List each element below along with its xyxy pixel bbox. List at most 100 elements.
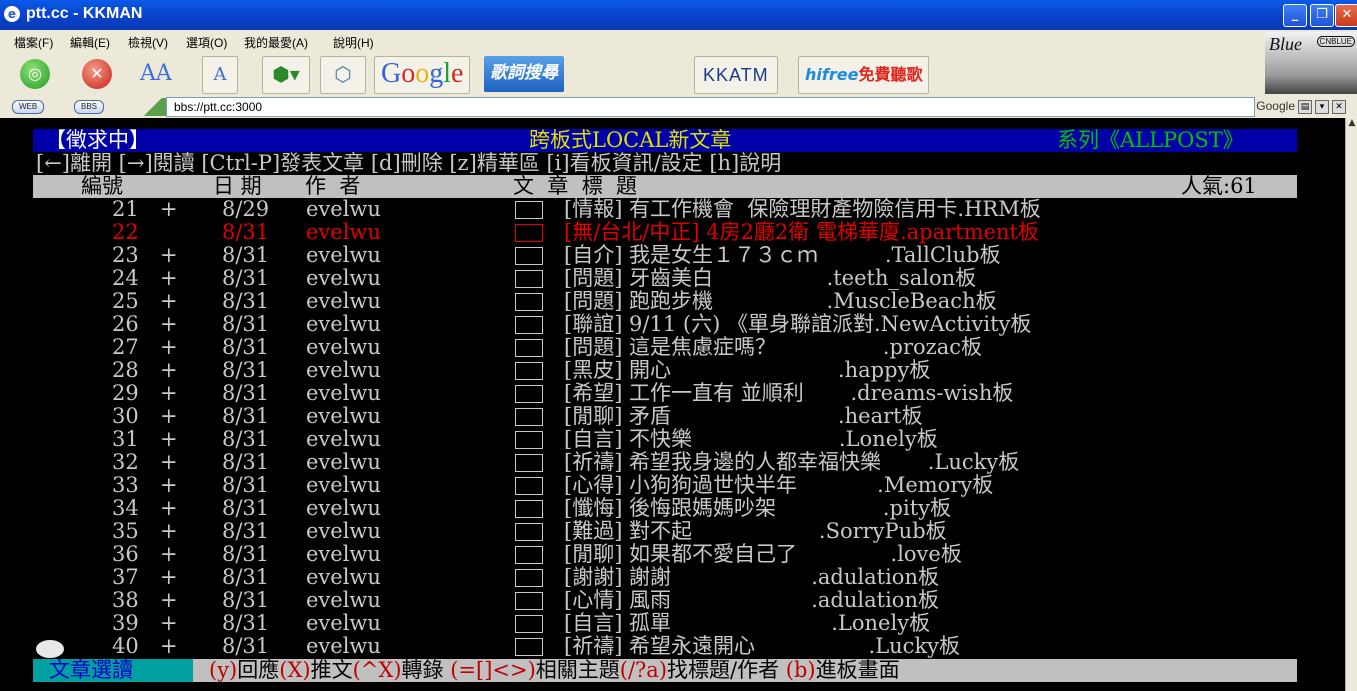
menu-view[interactable]: 檢視(V)	[128, 34, 168, 51]
col-author: 作 者	[305, 174, 361, 198]
address-bar: WEB BBS bbs://ptt.cc:3000 Google ▤ ▾ ✕	[0, 96, 1357, 118]
article-date: 8/31	[222, 243, 270, 267]
article-row[interactable]: 36 +8/31 evelwu [閒聊] 如果都不愛自己了 .love板	[0, 543, 1297, 566]
restore-button[interactable]: ❐	[1310, 4, 1334, 27]
article-mark: +	[160, 473, 178, 497]
article-title: [情報] 有工作機會 保險理財產物險信用卡.HRM板	[564, 197, 1041, 221]
close-button[interactable]: ✕	[1335, 4, 1357, 27]
article-title: [問題] 跑跑步機 .MuscleBeach板	[564, 289, 997, 313]
article-row[interactable]: 40 +8/31 evelwu [祈禱] 希望永遠開心 .Lucky板	[0, 635, 1297, 658]
article-row[interactable]: 24 +8/31 evelwu [問題] 牙齒美白 .teeth_salon板	[0, 267, 1297, 290]
article-number: 23	[112, 243, 139, 267]
minimize-button[interactable]: _	[1283, 4, 1307, 27]
article-title: [閒聊] 矛盾 .heart板	[564, 404, 923, 428]
read-status-box	[515, 385, 543, 403]
page-icon[interactable]: ▤	[1298, 100, 1312, 114]
footer-part: 找標題/作者	[667, 658, 786, 682]
article-row[interactable]: 31 +8/31 evelwu [自言] 不快樂 .Lonely板	[0, 428, 1297, 451]
read-status-box	[515, 201, 543, 219]
article-number: 36	[112, 542, 139, 566]
article-title: [心得] 小狗狗過世快半年 .Memory板	[564, 473, 994, 497]
article-title: [希望] 工作一直有 並順利 .dreams-wish板	[564, 381, 1014, 405]
stop-button[interactable]: ✕	[82, 59, 112, 89]
footer-part: 進板畫面	[815, 658, 900, 682]
web-mode-button[interactable]: WEB	[12, 100, 45, 114]
cursor-icon	[36, 640, 64, 658]
package-icon[interactable]: ⬡	[320, 56, 366, 94]
article-mark: +	[160, 634, 178, 658]
article-author: evelwu	[306, 450, 381, 474]
menu-options[interactable]: 選項(O)	[186, 34, 227, 51]
article-number: 37	[112, 565, 139, 589]
article-author: evelwu	[306, 266, 381, 290]
article-row[interactable]: 23 +8/31 evelwu [自介] 我是女生１７３ｃｍ .TallClub板	[0, 244, 1297, 267]
article-row[interactable]: 34 +8/31 evelwu [懺悔] 後悔跟媽媽吵架 .pity板	[0, 497, 1297, 520]
article-number: 21	[112, 197, 139, 221]
cnblue-banner[interactable]: Blue CNBLUE	[1265, 32, 1357, 94]
article-mark: +	[160, 335, 178, 359]
article-row[interactable]: 30 +8/31 evelwu [閒聊] 矛盾 .heart板	[0, 405, 1297, 428]
address-input[interactable]: bbs://ptt.cc:3000	[166, 97, 1255, 117]
article-row[interactable]: 25 +8/31 evelwu [問題] 跑跑步機 .MuscleBeach板	[0, 290, 1297, 313]
kkatm-button[interactable]: KKATM	[694, 56, 778, 94]
scrollbar[interactable]: ▲	[1345, 118, 1357, 691]
read-status-box	[515, 247, 543, 265]
article-row[interactable]: 29 +8/31 evelwu [希望] 工作一直有 並順利 .dreams-wish…	[0, 382, 1297, 405]
article-mark: +	[160, 496, 178, 520]
article-row[interactable]: 32 +8/31 evelwu [祈禱] 希望我身邊的人都幸福快樂 .Lucky板	[0, 451, 1297, 474]
footer-part: 相關主題	[535, 658, 620, 682]
google-search-label[interactable]: Google	[1256, 99, 1295, 113]
address-tab-icon	[140, 98, 166, 116]
dropdown-icon[interactable]: ▾	[1315, 100, 1329, 114]
footer-part: (=[]<>)	[450, 658, 536, 682]
bbs-mode-button[interactable]: BBS	[74, 100, 105, 114]
article-row[interactable]: 39 +8/31 evelwu [自言] 孤單 .Lonely板	[0, 612, 1297, 635]
article-date: 8/29	[222, 197, 270, 221]
article-number: 38	[112, 588, 139, 612]
article-mark: +	[160, 358, 178, 382]
article-date: 8/31	[222, 427, 270, 451]
article-row[interactable]: 38 +8/31 evelwu [心情] 風雨 .adulation板	[0, 589, 1297, 612]
article-mark: +	[160, 542, 178, 566]
menu-file[interactable]: 檔案(F)	[14, 34, 53, 51]
article-row[interactable]: 35 +8/31 evelwu [難過] 對不起 .SorryPub板	[0, 520, 1297, 543]
footer-part: 回應	[237, 658, 280, 682]
scroll-up-icon[interactable]: ▲	[1346, 118, 1357, 132]
font-size-button[interactable]: AA	[140, 56, 172, 92]
article-mark: +	[160, 611, 178, 635]
article-row[interactable]: 21 +8/29 evelwu [情報] 有工作機會 保險理財產物險信用卡.HRM板	[0, 198, 1297, 221]
menu-help[interactable]: 說明(H)	[333, 34, 374, 51]
menu-favorites[interactable]: 我的最愛(A)	[244, 34, 308, 51]
article-mark: +	[160, 519, 178, 543]
highlight-icon[interactable]: A	[202, 56, 238, 94]
article-author: evelwu	[306, 611, 381, 635]
google-button[interactable]: Google	[374, 56, 471, 94]
window-title: ptt.cc - KKMAN	[26, 5, 143, 22]
menu-edit[interactable]: 編輯(E)	[70, 34, 110, 51]
toolbar: ◎ ✕ AA A ⬢▾ ⬡ Google 歌詞搜尋 KKATM hifree免費…	[0, 52, 1357, 96]
lyrics-search-button[interactable]: 歌詞搜尋	[484, 56, 564, 92]
read-status-box	[515, 569, 543, 587]
bbs-terminal[interactable]: 【徵求中】 跨板式LOCAL新文章 系列《ALLPOST》 [←]離開 [→]閱…	[0, 118, 1345, 691]
article-row[interactable]: 37 +8/31 evelwu [謝謝] 謝謝 .adulation板	[0, 566, 1297, 589]
go-button[interactable]: ◎	[20, 59, 50, 89]
add-ons-icon[interactable]: ⬢▾	[262, 56, 310, 94]
article-row[interactable]: 22 8/31 evelwu [無/台北/中正] 4房2廳2衛 電梯華廈.apartm…	[0, 221, 1297, 244]
article-mark: +	[160, 565, 178, 589]
article-mark: +	[160, 588, 178, 612]
article-row[interactable]: 28 +8/31 evelwu [黑皮] 開心 .happy板	[0, 359, 1297, 382]
read-status-box	[515, 477, 543, 495]
article-row[interactable]: 33 +8/31 evelwu [心得] 小狗狗過世快半年 .Memory板	[0, 474, 1297, 497]
read-status-box	[515, 408, 543, 426]
article-title: [自介] 我是女生１７３ｃｍ .TallClub板	[564, 243, 1001, 267]
article-author: evelwu	[306, 565, 381, 589]
hifree-button[interactable]: hifree免費聽歌	[798, 56, 930, 94]
close-bar-icon[interactable]: ✕	[1332, 100, 1346, 114]
article-title: [懺悔] 後悔跟媽媽吵架 .pity板	[564, 496, 952, 520]
article-title: [無/台北/中正] 4房2廳2衛 電梯華廈.apartment板	[564, 220, 1039, 244]
article-date: 8/31	[222, 611, 270, 635]
article-row[interactable]: 27 +8/31 evelwu [問題] 這是焦慮症嗎？ .prozac板	[0, 336, 1297, 359]
article-title: [難過] 對不起 .SorryPub板	[564, 519, 947, 543]
article-row[interactable]: 26 +8/31 evelwu [聯誼] 9/11 (六) 《單身聯誼派對.NewAc…	[0, 313, 1297, 336]
footer-bar: 文章選讀 (y)回應(X)推文(^X)轉錄 (=[]<>)相關主題(/?a)找標…	[0, 659, 1297, 682]
